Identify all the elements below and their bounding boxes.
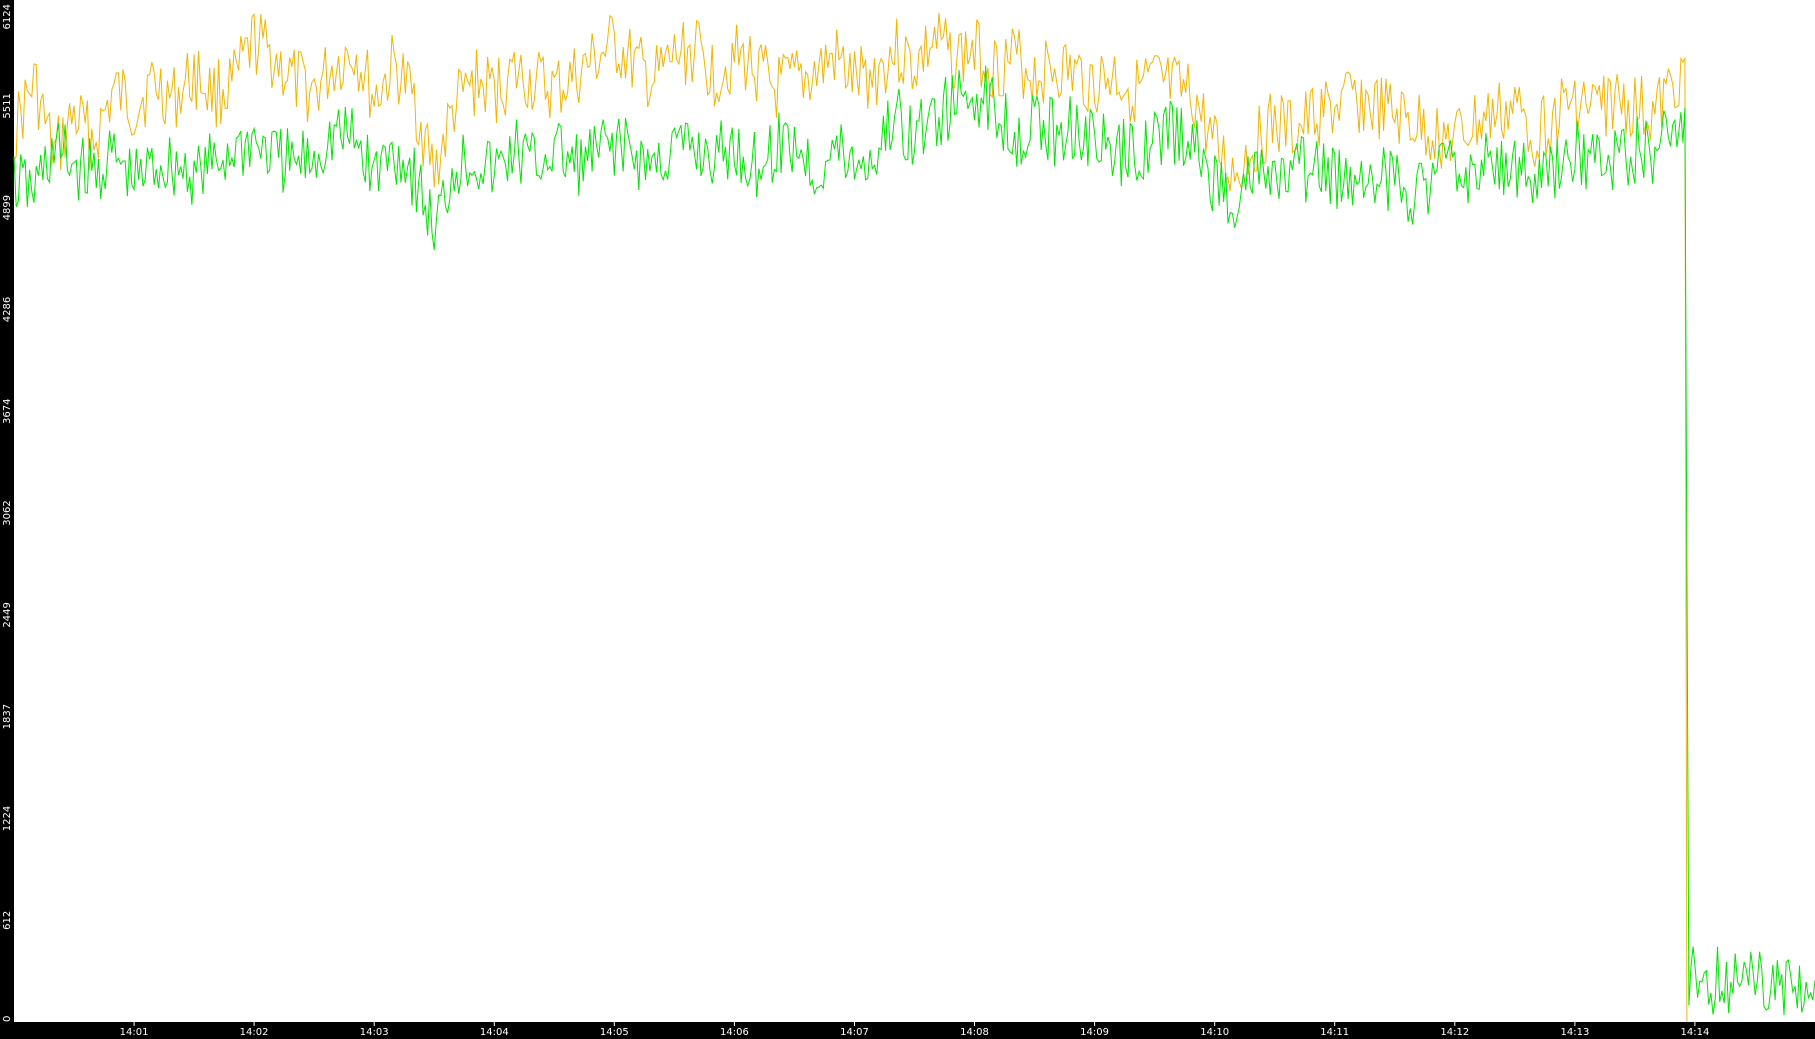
y-tick-label: 0 (2, 1016, 13, 1022)
y-tick-label: 2449 (2, 602, 13, 627)
x-tick-label: 14:06 (720, 1027, 749, 1038)
y-tick-label: 1224 (2, 806, 13, 831)
x-tick-label: 14:07 (840, 1027, 869, 1038)
y-tick-label: 1837 (2, 704, 13, 729)
x-tick-label: 14:12 (1440, 1027, 1469, 1038)
x-tick-label: 14:14 (1680, 1027, 1709, 1038)
chart-canvas: 0 612 1224 1837 2449 3062 3674 4286 4899 5511 6124… (0, 0, 1815, 1039)
y-tick-label: 5511 (2, 93, 13, 118)
y-tick-label: 3674 (2, 399, 13, 424)
y-tick-label: 612 (2, 911, 13, 930)
x-tick-label: 14:01 (120, 1027, 149, 1038)
x-axis-bar (0, 1022, 1815, 1039)
y-tick-label: 6124 (2, 4, 13, 29)
y-tick-label: 4286 (2, 297, 13, 322)
x-tick-label: 14:09 (1080, 1027, 1109, 1038)
y-tick-label: 3062 (2, 500, 13, 525)
x-tick-label: 14:04 (480, 1027, 509, 1038)
x-tick-label: 14:10 (1200, 1027, 1229, 1038)
x-tick-label: 14:02 (240, 1027, 269, 1038)
y-tick-label: 4899 (2, 195, 13, 220)
x-tick-label: 14:03 (360, 1027, 389, 1038)
line-chart: 0 612 1224 1837 2449 3062 3674 4286 4899 5511 6124… (0, 0, 1815, 1039)
x-tick-label: 14:08 (960, 1027, 989, 1038)
x-tick-label: 14:11 (1320, 1027, 1349, 1038)
x-tick-label: 14:13 (1560, 1027, 1589, 1038)
x-tick-label: 14:05 (600, 1027, 629, 1038)
